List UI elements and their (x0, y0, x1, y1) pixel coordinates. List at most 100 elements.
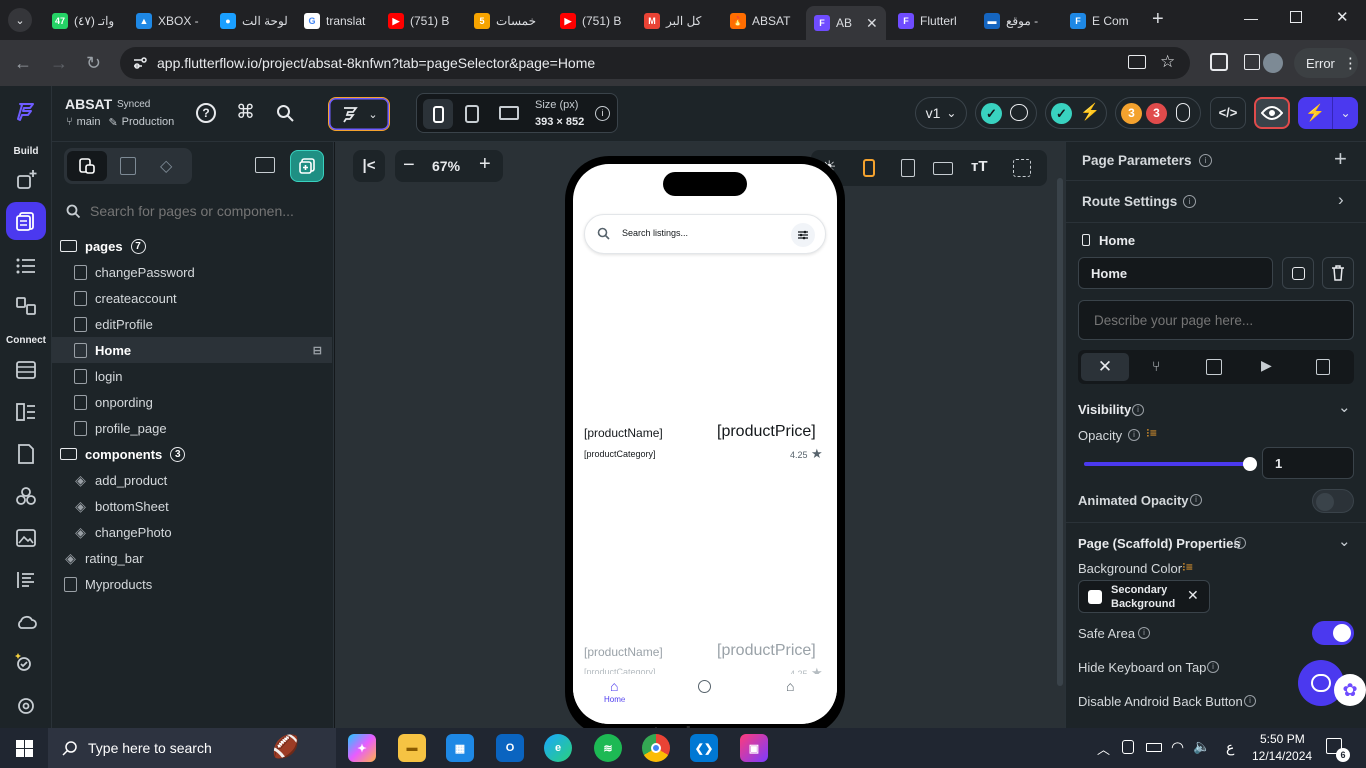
tablet-device-icon[interactable] (465, 105, 479, 123)
outlook-icon[interactable]: O (496, 734, 524, 762)
database-icon[interactable] (14, 358, 38, 382)
install-app-icon[interactable] (1128, 55, 1146, 69)
duplicate-page-icon[interactable] (1282, 257, 1314, 289)
tree-item-selected[interactable]: Home ⊟ (52, 337, 332, 363)
close-tab-icon[interactable]: ✕ (866, 15, 878, 32)
rotate-device-icon[interactable] (901, 159, 915, 177)
variable-binding-icon[interactable]: ⁝≡ (1146, 426, 1157, 440)
comments-icon[interactable] (1010, 104, 1028, 121)
tree-item[interactable]: changePassword (52, 259, 332, 285)
chevron-down-icon[interactable]: ⌄ (1338, 398, 1351, 416)
version-selector[interactable]: v1 ⌄ (915, 97, 967, 129)
canvas-scrollbar[interactable] (1057, 178, 1063, 686)
volume-icon[interactable]: 🔈 (1193, 738, 1210, 755)
browser-tab[interactable]: F AB ✕ (806, 6, 886, 40)
chrome-icon[interactable] (642, 734, 670, 762)
phone-frame-icon[interactable] (863, 159, 875, 177)
background-color-picker[interactable]: Secondary Background ✕ (1078, 580, 1210, 613)
page-parameters-header[interactable]: Page Parameters (1082, 153, 1192, 168)
keyboard-icon[interactable] (933, 162, 953, 175)
collapse-panel-button[interactable]: |< (353, 150, 385, 182)
window-close-button[interactable]: ✕ (1336, 8, 1349, 26)
page-state-tab-icon[interactable] (1316, 359, 1330, 375)
battery-icon[interactable] (1146, 743, 1162, 752)
new-folder-icon[interactable] (255, 157, 275, 173)
wifi-icon[interactable]: ◠ (1171, 738, 1184, 756)
command-icon[interactable]: ⌘ (236, 101, 255, 124)
ai-agents-icon[interactable] (14, 650, 38, 674)
check-status-icon[interactable]: ✓ (981, 103, 1002, 124)
scaffold-properties-header[interactable]: Page (Scaffold) Properties (1078, 536, 1241, 551)
microsoft-store-icon[interactable]: ▦ (446, 734, 474, 762)
media-assets-icon[interactable] (14, 526, 38, 550)
branch-selector[interactable]: ⑂ main ✎ Production (66, 116, 174, 129)
delete-page-icon[interactable] (1322, 257, 1354, 289)
clock-time[interactable]: 5:50 PM (1260, 732, 1305, 746)
tree-item[interactable]: Myproducts (52, 571, 332, 597)
browser-tab[interactable]: 5 خمسات (466, 8, 548, 34)
pages-list-icon[interactable] (120, 157, 136, 175)
app-icon[interactable]: ▣ (740, 734, 768, 762)
animated-opacity-toggle[interactable] (1312, 489, 1354, 513)
custom-code-icon[interactable] (14, 568, 38, 592)
cloud-functions-icon[interactable] (14, 610, 38, 634)
new-tab-button[interactable]: + (1152, 8, 1164, 31)
minimize-button[interactable]: — (1244, 10, 1258, 26)
theme-icon[interactable] (14, 484, 38, 508)
sidebar-icon[interactable] (1244, 54, 1260, 70)
reload-icon[interactable]: ↻ (86, 53, 101, 74)
actions-tab-icon[interactable]: ⑂ (1152, 358, 1160, 374)
add-widget-icon[interactable] (14, 168, 38, 192)
components-folder[interactable]: components 3 (60, 441, 340, 467)
file-explorer-icon[interactable]: ▬ (398, 734, 426, 762)
backend-query-tab-icon[interactable] (1206, 359, 1222, 375)
tree-item[interactable]: ◈ rating_bar (52, 545, 332, 571)
browser-tab[interactable]: F Flutterl (890, 8, 972, 34)
tab-search-button[interactable]: ⌄ (8, 8, 32, 32)
safe-area-toggle[interactable] (1312, 621, 1354, 645)
code-view-icon[interactable]: </> (1210, 97, 1246, 129)
tree-item[interactable]: ◈ changePhoto (52, 519, 332, 545)
chevron-right-icon[interactable]: › (1338, 190, 1344, 210)
settings-icon[interactable] (14, 694, 38, 718)
clock-date[interactable]: 12/14/2024 (1252, 749, 1312, 763)
opacity-slider[interactable] (1084, 457, 1257, 471)
listing-search-bar[interactable]: Search listings... (584, 214, 826, 254)
edge-icon[interactable]: e (544, 734, 572, 762)
page-description-input[interactable] (1078, 300, 1354, 340)
page-selector-icon[interactable] (6, 202, 46, 240)
opacity-slider-handle[interactable] (1243, 457, 1257, 471)
add-parameter-icon[interactable]: + (1334, 146, 1347, 172)
zoom-out-button[interactable]: − (403, 154, 415, 177)
restore-button[interactable] (1290, 11, 1302, 23)
storyboard-icon[interactable] (14, 294, 38, 318)
text-scale-icon[interactable]: ᴛT (971, 158, 988, 175)
opacity-input[interactable] (1262, 447, 1354, 479)
browser-tab[interactable]: ▬ موقع - (976, 8, 1058, 34)
spotify-icon[interactable]: ≋ (594, 734, 622, 762)
tray-chevron-icon[interactable]: ︿ (1097, 739, 1110, 758)
profile-avatar[interactable] (1263, 53, 1283, 73)
forward-icon[interactable]: → (50, 53, 68, 74)
tree-item[interactable]: profile_page (52, 415, 332, 441)
pages-folder[interactable]: pages 7 (60, 233, 340, 259)
flutterflow-logo-icon[interactable] (14, 100, 38, 124)
connections-icon[interactable] (1013, 159, 1031, 177)
animations-tab-icon[interactable]: ▶ (1261, 357, 1272, 374)
pages-tab-icon[interactable] (67, 151, 107, 181)
properties-tab-icon[interactable]: ✕ (1081, 353, 1129, 381)
check-status-icon[interactable]: ✓ (1051, 103, 1072, 124)
app-values-icon[interactable] (14, 400, 38, 424)
browser-tab[interactable]: M كل البر (636, 8, 718, 34)
preview-eye-button[interactable] (1254, 97, 1290, 129)
route-settings-header[interactable]: Route Settings (1082, 194, 1177, 209)
project-name[interactable]: ABSAT (65, 96, 112, 112)
visibility-header[interactable]: Visibility (1078, 402, 1131, 417)
chevron-down-icon[interactable]: ⌄ (1338, 532, 1351, 550)
browser-tab[interactable]: 47 (٤٧) واتـ (44, 8, 126, 34)
taskbar-search-box[interactable]: Type here to search 🏈 (48, 728, 336, 768)
url-text[interactable]: app.flutterflow.io/project/absat-8knfwn?… (157, 55, 595, 71)
tree-item[interactable]: ◈ add_product (52, 467, 332, 493)
page-search-input[interactable] (90, 200, 322, 222)
browser-tab[interactable]: ▶ (751) B (380, 8, 462, 34)
